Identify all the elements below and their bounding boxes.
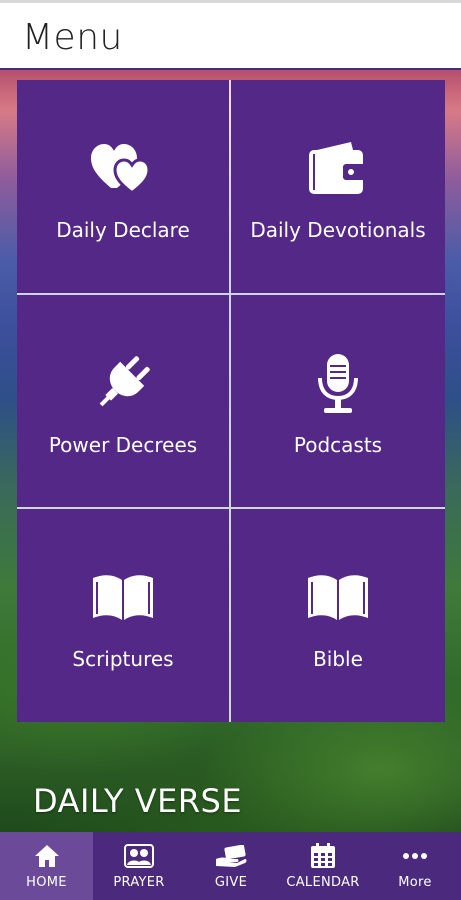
tab-label: CALENDAR	[286, 874, 360, 890]
bottom-tab-bar: HOME PRAYER GIVE CALENDAR More	[0, 832, 461, 900]
tab-label: PRAYER	[113, 874, 165, 890]
give-icon	[215, 843, 247, 869]
tile-label: Bible	[313, 647, 363, 671]
people-icon	[124, 843, 154, 869]
more-dots-icon	[402, 843, 428, 869]
tile-scriptures[interactable]: Scriptures	[17, 509, 229, 722]
calendar-icon	[310, 842, 336, 869]
tile-bible[interactable]: Bible	[231, 509, 445, 722]
wallet-icon	[307, 138, 369, 198]
tile-podcasts[interactable]: Podcasts	[231, 295, 445, 507]
tile-daily-devotionals[interactable]: Daily Devotionals	[231, 80, 445, 293]
tile-daily-declare[interactable]: Daily Declare	[17, 80, 229, 293]
tile-label: Podcasts	[293, 433, 383, 457]
tile-label: Power Decrees	[48, 433, 198, 457]
tab-label: HOME	[26, 874, 67, 890]
tab-label: GIVE	[214, 874, 248, 890]
tile-label: Scriptures	[72, 647, 174, 671]
tile-label: Daily Devotionals	[250, 218, 426, 242]
hearts-icon	[91, 138, 155, 198]
microphone-icon	[316, 353, 360, 413]
app-header: Menu	[0, 0, 461, 70]
menu-grid: Daily Declare Daily Devotionals Power De…	[17, 80, 445, 722]
plug-icon	[92, 353, 154, 413]
tile-label: Daily Declare	[56, 218, 190, 242]
tab-label: More	[398, 874, 432, 890]
tile-power-decrees[interactable]: Power Decrees	[17, 295, 229, 507]
tab-prayer[interactable]: PRAYER	[93, 832, 185, 900]
open-book-icon	[91, 567, 155, 627]
open-book-icon	[306, 567, 370, 627]
home-icon	[34, 843, 60, 869]
daily-verse-heading[interactable]: DAILY VERSE	[33, 782, 242, 820]
tab-calendar[interactable]: CALENDAR	[277, 832, 369, 900]
tab-give[interactable]: GIVE	[185, 832, 277, 900]
page-title: Menu	[22, 17, 123, 58]
tab-more[interactable]: More	[369, 832, 461, 900]
tab-home[interactable]: HOME	[0, 832, 93, 900]
